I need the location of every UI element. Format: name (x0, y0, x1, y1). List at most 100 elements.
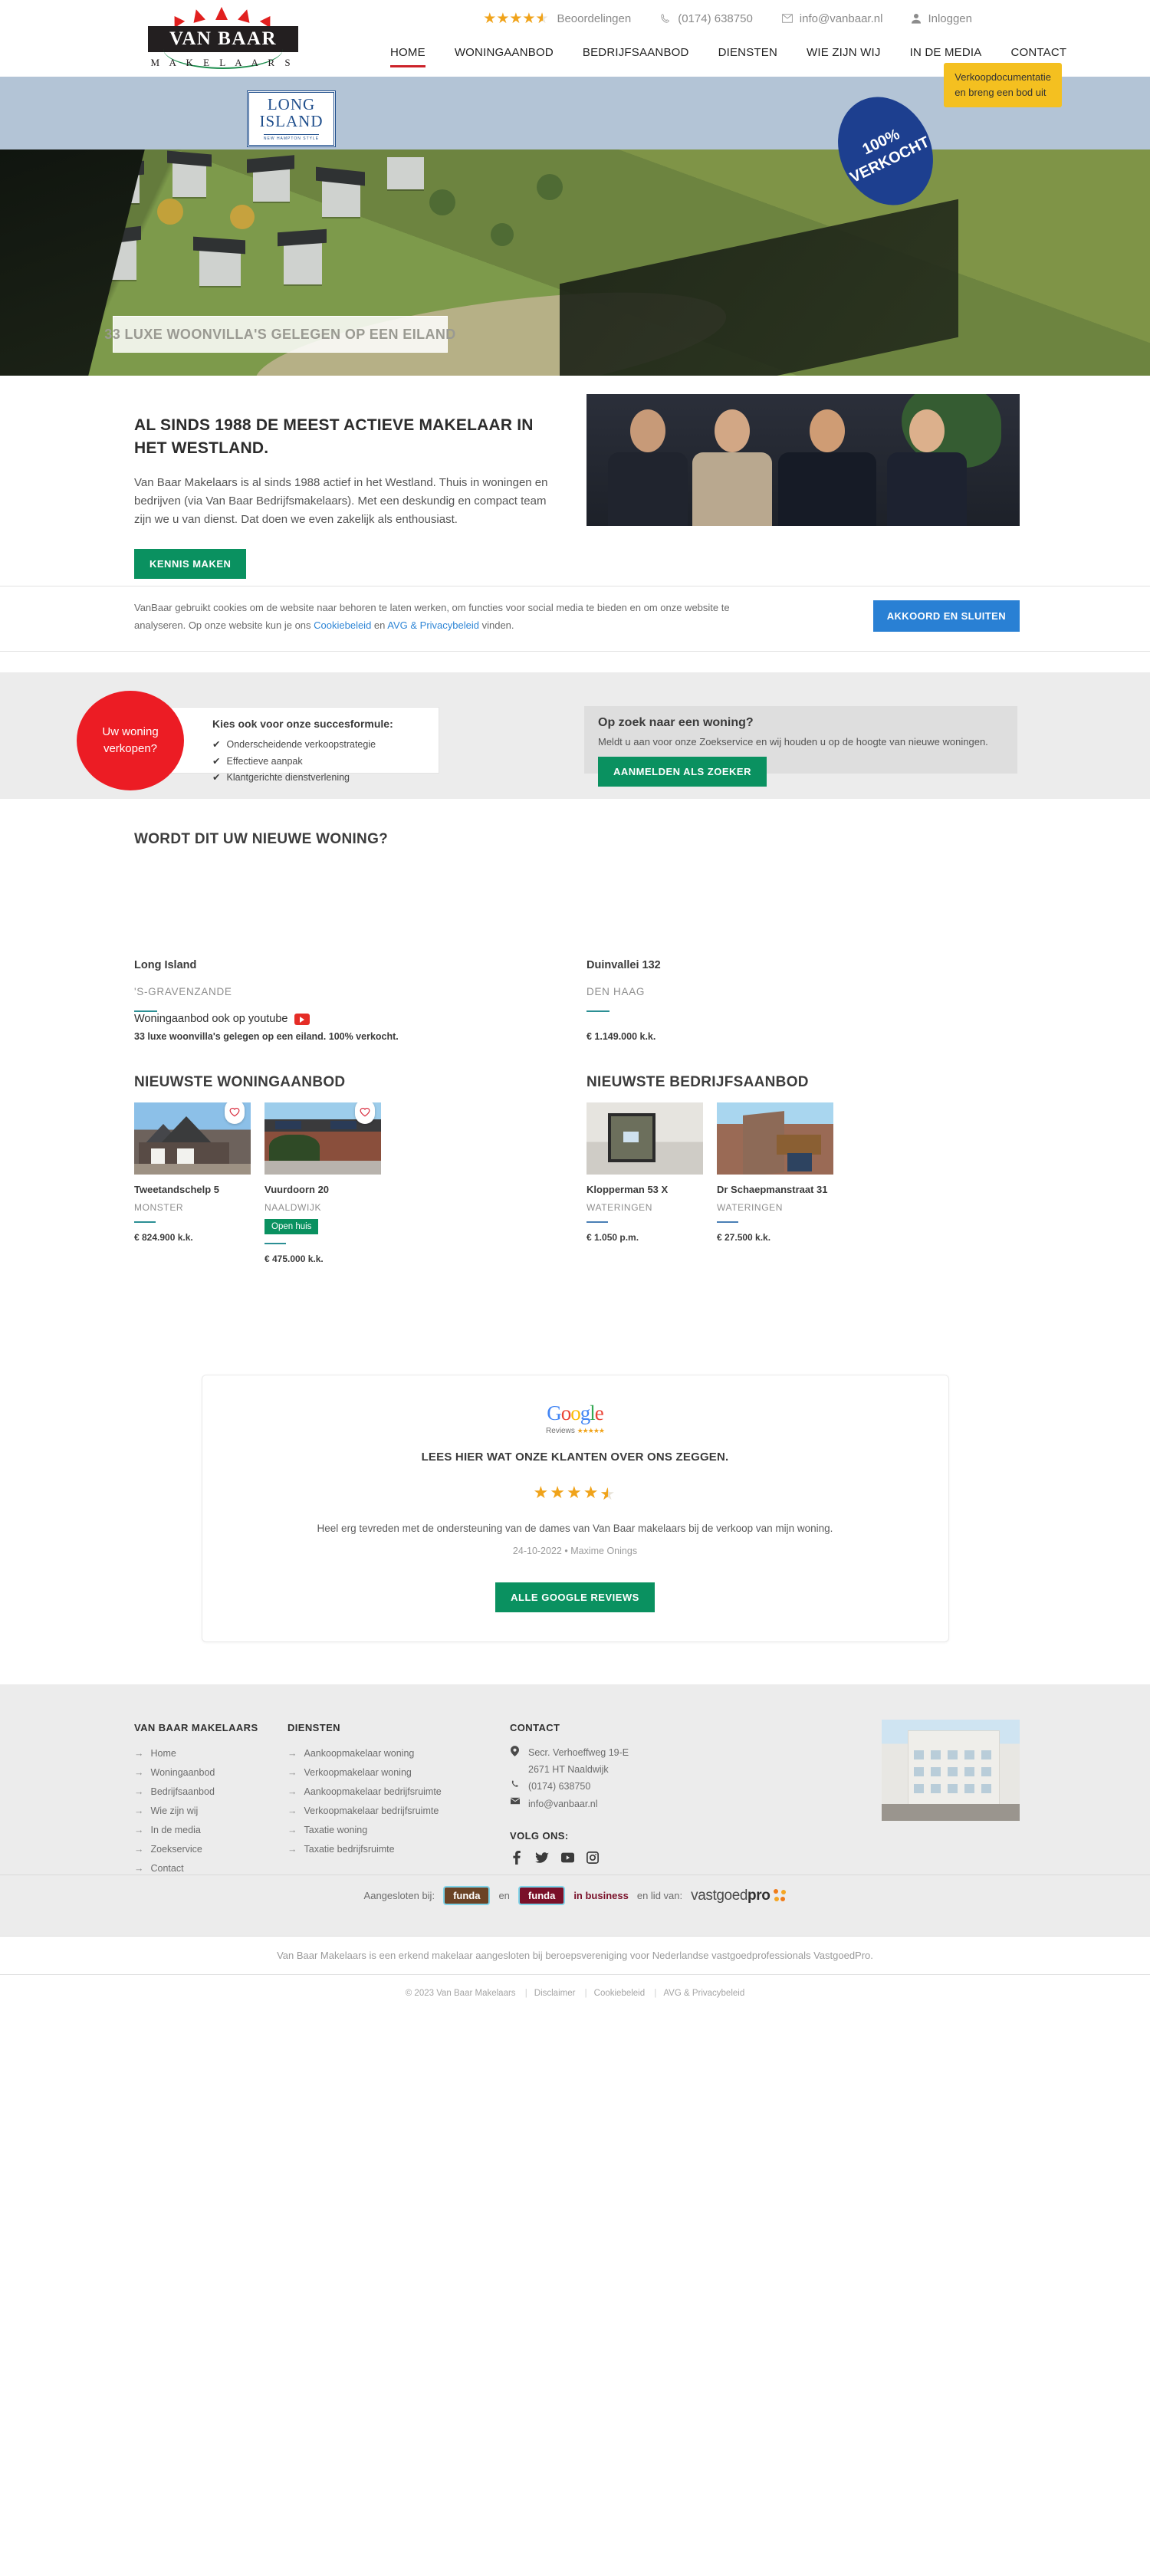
address-line2: 2671 HT Naaldwijk (528, 1764, 609, 1776)
listing-card[interactable]: Dr Schaepmanstraat 31 WATERINGEN € 27.50… (717, 1102, 833, 1243)
all-google-reviews-button[interactable]: ALLE GOOGLE REVIEWS (495, 1582, 655, 1612)
google-reviews-label: Reviews ★★★★★ (546, 1427, 605, 1435)
footer-link-contact[interactable]: → Contact (134, 1859, 276, 1878)
favorite-button[interactable] (355, 1102, 375, 1124)
hero-caption: 33 LUXE WOONVILLA'S GELEGEN OP EEN EILAN… (104, 316, 455, 353)
nav-item-bedrijfsaanbod[interactable]: BEDRIJFSAANBOD (568, 41, 704, 69)
featured-item[interactable]: Long Island 'S-GRAVENZANDE 33 luxe woonv… (134, 959, 399, 1042)
twitter-icon[interactable] (535, 1851, 549, 1865)
rating-link[interactable]: ★ ★ ★ ★ ★ ★ Beoordelingen (483, 12, 631, 26)
listing-city: MONSTER (134, 1202, 184, 1213)
arrow-icon: → (288, 1824, 297, 1835)
facebook-icon[interactable] (510, 1851, 524, 1865)
team-photo (586, 394, 1020, 526)
arrow-icon: → (134, 1766, 144, 1778)
email-address: info@vanbaar.nl (799, 12, 883, 25)
nav-item-home[interactable]: HOME (376, 41, 440, 69)
open-house-badge: Open huis (264, 1219, 319, 1234)
success-formula-list: ✔ Onderscheidende verkoopstrategie ✔ Effec… (212, 737, 439, 787)
site-footer: VAN BAAR MAKELAARS → Home → Woningaanbod →… (0, 1684, 1150, 1936)
listing-card[interactable]: Vuurdoorn 20 NAALDWIJK Open huis € 475.0… (264, 1102, 381, 1264)
copyright-bar: © 2023 Van Baar Makelaars | Disclaimer | C… (0, 1975, 1150, 2016)
email-link[interactable]: info@vanbaar.nl (781, 12, 883, 25)
featured-title: Duinvallei 132 (586, 959, 661, 971)
instagram-icon[interactable] (586, 1851, 600, 1865)
listing-city: WATERINGEN (586, 1202, 652, 1213)
footer-link-wie-zijn-wij[interactable]: → Wie zijn wij (134, 1802, 276, 1821)
featured-price: € 1.149.000 k.k. (586, 1031, 656, 1042)
funda-business-logo[interactable]: funda (518, 1886, 566, 1905)
search-service-body: Meldt u aan voor onze Zoekservice en wij… (598, 736, 988, 748)
listings-section: NIEUWSTE WONINGAANBOD Tweetandschelp 5 M… (0, 1074, 1150, 1327)
youtube-label: Woningaanbod ook op youtube (134, 1013, 288, 1025)
arrow-icon: → (134, 1786, 144, 1797)
footer-link-in-de-media[interactable]: → In de media (134, 1821, 276, 1840)
listing-city: WATERINGEN (717, 1202, 783, 1213)
footer-link-taxatie-bedrijfsruimte[interactable]: → Taxatie bedrijfsruimte (288, 1840, 510, 1859)
cookie-banner[interactable]: VanBaar gebruikt cookies om de website n… (0, 586, 1150, 652)
footer-heading-company: VAN BAAR MAKELAARS (134, 1722, 258, 1733)
listing-card[interactable]: Tweetandschelp 5 MONSTER € 824.900 k.k. (134, 1102, 251, 1264)
youtube-icon[interactable] (294, 1013, 310, 1025)
phone-icon (660, 13, 671, 24)
listing-photo (717, 1102, 833, 1175)
cookie-policy-footer-link[interactable]: Cookiebeleid (594, 1989, 646, 1998)
cookie-text: VanBaar gebruikt cookies om de website n… (134, 602, 730, 632)
footer-email-address: info@vanbaar.nl (528, 1798, 598, 1809)
cookie-policy-link[interactable]: Cookiebeleid (314, 619, 371, 631)
list-item: ✔ Klantgerichte dienstverlening (212, 770, 439, 787)
listings-heading-woning: NIEUWSTE WONINGAANBOD (134, 1074, 346, 1090)
site-logo[interactable]: VAN BAAR M A K E L A A R S (134, 5, 310, 78)
sales-documentation-cta[interactable]: Verkoopdocumentatie en breng een bod uit (944, 63, 1062, 108)
footer-phone-number: (0174) 638750 (528, 1781, 591, 1792)
listing-price: € 824.900 k.k. (134, 1232, 193, 1243)
footer-phone[interactable]: (0174) 638750 (510, 1778, 709, 1795)
disclaimer-link[interactable]: Disclaimer (534, 1989, 576, 1998)
hero-banner[interactable]: LONG ISLAND NEW HAMPTON STYLE 100% VERKO… (0, 77, 1150, 376)
footer-link-verkoopmakelaar-bedrijf[interactable]: → Verkoopmakelaar bedrijfsruimte (288, 1802, 510, 1821)
footer-email[interactable]: info@vanbaar.nl (510, 1796, 709, 1812)
footer-link-aankoopmakelaar-bedrijf[interactable]: → Aankoopmakelaar bedrijfsruimte (288, 1783, 510, 1802)
listings-column-woning: NIEUWSTE WONINGAANBOD Tweetandschelp 5 M… (134, 1074, 381, 1264)
office-photo (882, 1720, 1020, 1821)
vastgoedpro-logo[interactable]: vastgoedpro (691, 1888, 787, 1904)
arrow-icon: → (134, 1862, 144, 1874)
cta-line1: Verkoopdocumentatie (955, 71, 1051, 83)
footer-address: Secr. Verhoeffweg 19-E 2671 HT Naaldwijk (510, 1744, 709, 1779)
privacy-policy-footer-link[interactable]: AVG & Privacybeleid (663, 1989, 744, 1998)
footer-link-woningaanbod[interactable]: → Woningaanbod (134, 1763, 276, 1783)
footer-link-verkoopmakelaar-woning[interactable]: → Verkoopmakelaar woning (288, 1763, 510, 1783)
accept-cookies-button[interactable]: AKKOORD EN SLUITEN (872, 600, 1020, 632)
listing-card[interactable]: Klopperman 53 X WATERINGEN € 1.050 p.m. (586, 1102, 703, 1243)
user-icon (912, 13, 922, 24)
footer-link-home[interactable]: → Home (134, 1744, 276, 1763)
featured-item[interactable]: Duinvallei 132 DEN HAAG € 1.149.000 k.k. (586, 959, 661, 1042)
youtube-icon[interactable] (560, 1851, 574, 1865)
listing-price: € 27.500 k.k. (717, 1232, 771, 1243)
favorite-button[interactable] (225, 1102, 245, 1124)
nav-item-woningaanbod[interactable]: WONINGAANBOD (440, 41, 568, 69)
featured-slider[interactable]: Long Island 'S-GRAVENZANDE 33 luxe woonv… (0, 848, 1150, 1074)
footer-link-aankoopmakelaar-woning[interactable]: → Aankoopmakelaar woning (288, 1744, 510, 1763)
nav-item-wie-zijn-wij[interactable]: WIE ZIJN WIJ (792, 41, 895, 69)
sell-your-home-badge[interactable]: Uw woning verkopen? (77, 691, 184, 790)
footer-link-taxatie-woning[interactable]: → Taxatie woning (288, 1821, 510, 1840)
envelope-icon (781, 14, 793, 23)
youtube-link[interactable]: Woningaanbod ook op youtube (134, 1013, 310, 1025)
nav-item-diensten[interactable]: DIENSTEN (704, 41, 792, 69)
phone-link[interactable]: (0174) 638750 (660, 12, 753, 25)
arrow-icon: → (134, 1843, 144, 1855)
kennis-maken-button[interactable]: KENNIS MAKEN (134, 548, 247, 579)
footer-link-zoekservice[interactable]: → Zoekservice (134, 1840, 276, 1859)
login-link[interactable]: Inloggen (912, 12, 972, 25)
footer-link-bedrijfsaanbod[interactable]: → Bedrijfsaanbod (134, 1783, 276, 1802)
privacy-policy-link[interactable]: AVG & Privacybeleid (387, 619, 479, 631)
funda-logo[interactable]: funda (443, 1886, 491, 1905)
register-seeker-button[interactable]: AANMELDEN ALS ZOEKER (598, 756, 767, 787)
review-quote: Heel erg tevreden met de ondersteuning v… (317, 1523, 833, 1534)
arrow-icon: → (134, 1824, 144, 1835)
intro-section: AL SINDS 1988 DE MEEST ACTIEVE MAKELAAR … (0, 376, 1150, 586)
featured-city: 'S-GRAVENZANDE (134, 986, 232, 997)
list-item: ✔ Onderscheidende verkoopstrategie (212, 737, 439, 754)
listing-title: Klopperman 53 X (586, 1184, 669, 1195)
